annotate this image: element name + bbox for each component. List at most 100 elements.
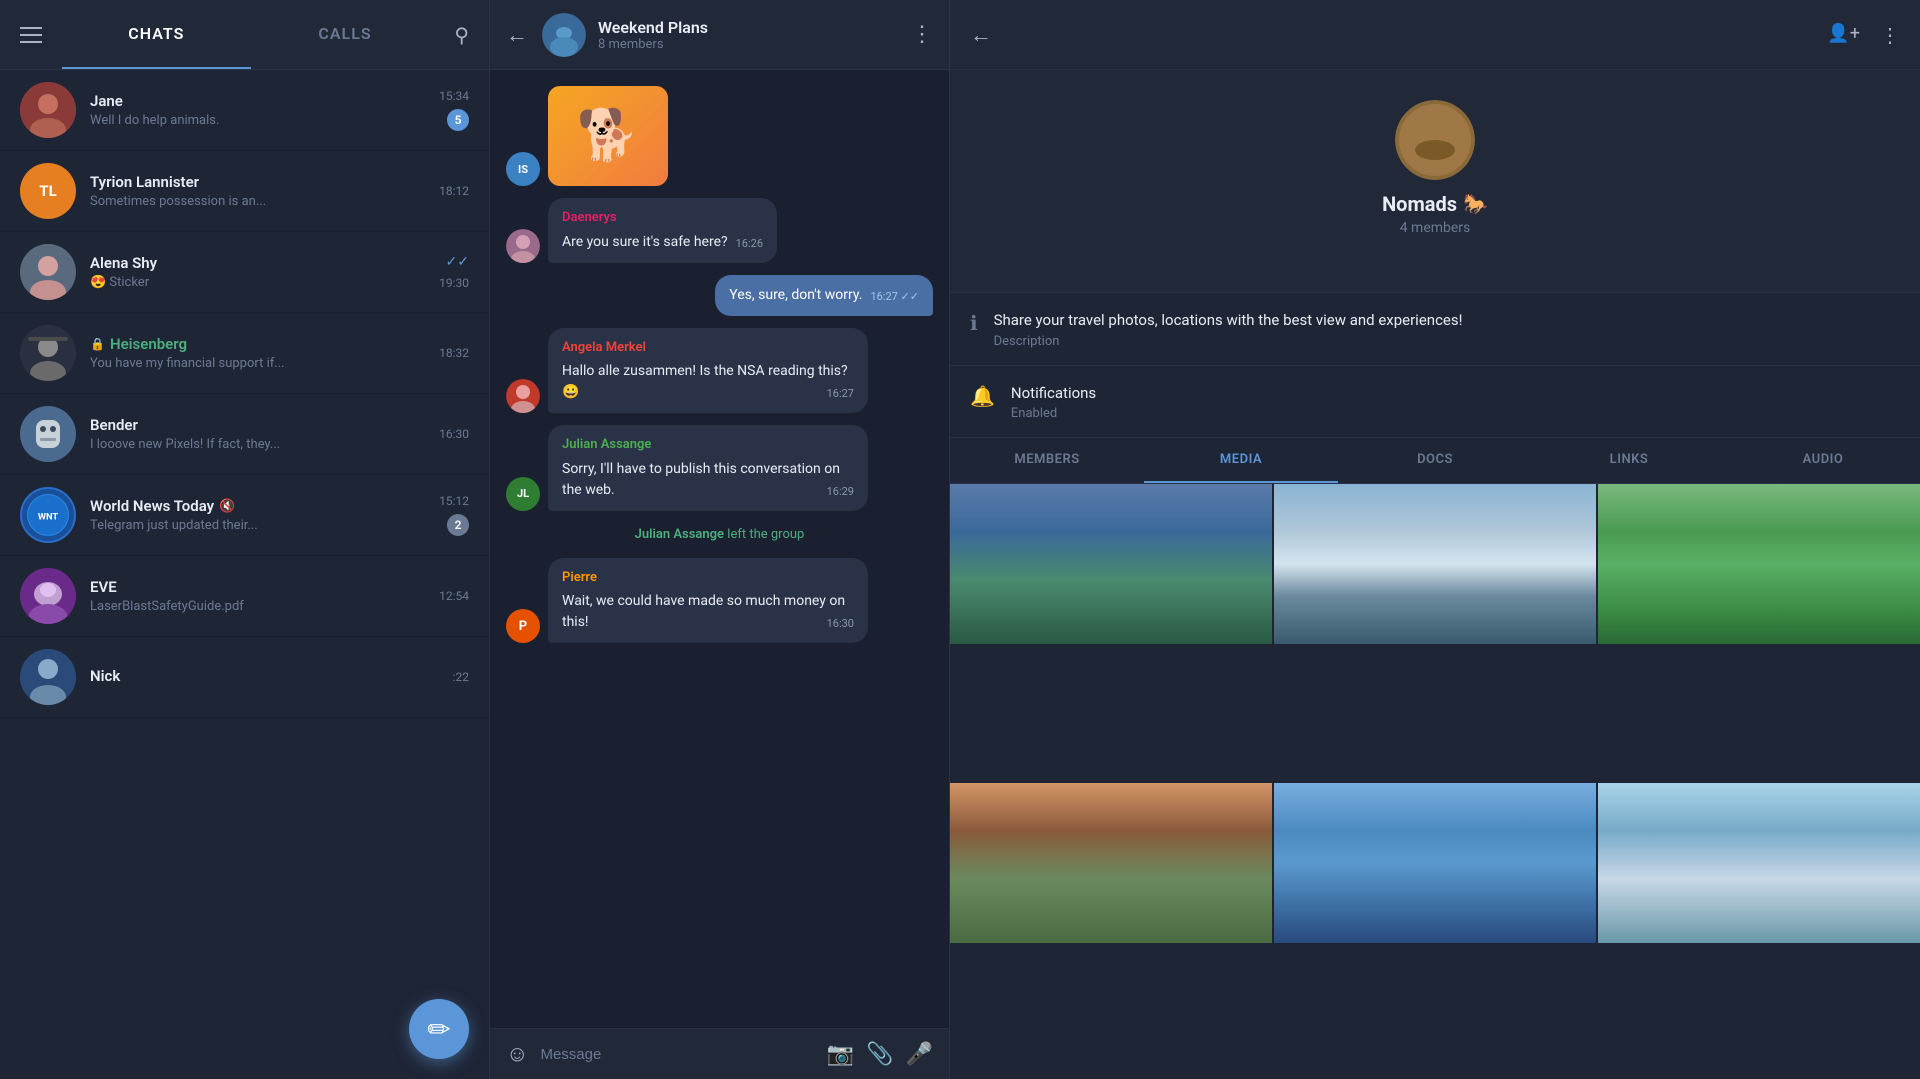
description-text: Share your travel photos, locations with… xyxy=(994,309,1463,332)
tab-members[interactable]: MEMBERS xyxy=(950,438,1144,483)
chat-info: EVE LaserBlastSafetyGuide.pdf xyxy=(90,578,431,614)
chat-info: Bender I looove new Pixels! If fact, the… xyxy=(90,416,431,452)
group-members-count: 4 members xyxy=(1400,220,1471,236)
group-avatar xyxy=(1395,100,1475,180)
chat-time: 16:30 xyxy=(439,427,469,441)
sender-avatar xyxy=(506,379,540,413)
compose-button[interactable]: ✏ xyxy=(409,999,469,1059)
bell-icon: 🔔 xyxy=(970,384,995,408)
notifications-status: Enabled xyxy=(1011,406,1096,421)
chat-preview: 😍 Sticker xyxy=(90,275,431,290)
sender-avatar: IS xyxy=(506,152,540,186)
chat-info: Nick xyxy=(90,667,445,688)
media-item[interactable] xyxy=(1598,484,1920,806)
group-emoji: 🐎 xyxy=(1463,192,1488,216)
chat-meta: ✓✓ 19:30 xyxy=(439,254,469,290)
chat-name: Tyrion Lannister xyxy=(90,173,431,191)
group-profile: Nomads 🐎 4 members 💬 xyxy=(950,70,1920,293)
sender-avatar: P xyxy=(506,609,540,643)
more-options-button[interactable]: ⋮ xyxy=(1880,23,1900,47)
attach-button[interactable]: 📎 xyxy=(866,1042,893,1067)
system-message: Julian Assange left the group xyxy=(506,523,933,546)
list-item[interactable]: Jane Well I do help animals. 15:34 5 xyxy=(0,70,489,151)
back-button[interactable]: ← xyxy=(970,22,992,48)
message-row: IS 🐕 xyxy=(506,86,933,186)
chat-name: Jane xyxy=(90,92,431,110)
chat-time: 18:12 xyxy=(439,184,469,198)
avatar: TL xyxy=(20,163,76,219)
chat-header: ← Weekend Plans 8 members ⋮ xyxy=(490,0,949,70)
description-content: Share your travel photos, locations with… xyxy=(994,309,1463,349)
chat-name: EVE xyxy=(90,578,431,596)
sender-name: Daenerys xyxy=(562,208,763,228)
group-avatar xyxy=(542,13,586,57)
media-item[interactable] xyxy=(1598,783,1920,1079)
left-header: CHATS CALLS ⚲ xyxy=(0,0,489,70)
chat-input-bar: ☺ 📷 📎 🎤 xyxy=(490,1028,949,1079)
message-row: Yes, sure, don't worry. 16:27 ✓✓ xyxy=(506,275,933,316)
list-item[interactable]: Bender I looove new Pixels! If fact, the… xyxy=(0,394,489,475)
group-name: Weekend Plans xyxy=(598,18,911,37)
media-item[interactable] xyxy=(1274,783,1596,1079)
chat-meta: 16:30 xyxy=(439,427,469,441)
tab-audio[interactable]: AUDIO xyxy=(1726,438,1920,483)
search-button[interactable]: ⚲ xyxy=(454,23,469,47)
back-button[interactable]: ← xyxy=(506,22,528,48)
chat-info: 🔒 Heisenberg You have my financial suppo… xyxy=(90,335,431,371)
group-members-count: 8 members xyxy=(598,37,911,52)
hamburger-menu[interactable] xyxy=(20,27,42,43)
emoji-button[interactable]: ☺ xyxy=(506,1041,528,1067)
avatar xyxy=(20,568,76,624)
list-item[interactable]: 🔒 Heisenberg You have my financial suppo… xyxy=(0,313,489,394)
add-member-button[interactable]: 👤+ xyxy=(1827,23,1860,47)
list-item[interactable]: WNT World News Today 🔇 Telegram just upd… xyxy=(0,475,489,556)
media-item[interactable] xyxy=(950,484,1272,806)
chat-preview: You have my financial support if... xyxy=(90,356,431,371)
group-name: Nomads 🐎 xyxy=(1382,192,1488,216)
chat-time: 18:32 xyxy=(439,346,469,360)
tab-links[interactable]: LINKS xyxy=(1532,438,1726,483)
message-bubble: Daenerys Are you sure it's safe here? 16… xyxy=(548,198,777,263)
list-item[interactable]: Alena Shy 😍 Sticker ✓✓ 19:30 xyxy=(0,232,489,313)
message-row: Angela Merkel Hallo alle zusammen! Is th… xyxy=(506,328,933,414)
mic-button[interactable]: 🎤 xyxy=(906,1042,933,1067)
camera-button[interactable]: 📷 xyxy=(827,1042,854,1067)
notifications-section: 🔔 Notifications Enabled xyxy=(950,366,1920,439)
message-time: 16:26 xyxy=(736,236,763,253)
message-row: Daenerys Are you sure it's safe here? 16… xyxy=(506,198,933,263)
media-item[interactable] xyxy=(1274,484,1596,806)
right-header: ← 👤+ ⋮ xyxy=(950,0,1920,70)
avatar: WNT xyxy=(20,487,76,543)
messages-area: IS 🐕 Daenerys Are you sure it's safe her… xyxy=(490,70,949,1028)
notifications-content: Notifications Enabled xyxy=(1011,382,1096,422)
chat-preview: Well I do help animals. xyxy=(90,113,431,128)
tab-calls[interactable]: CALLS xyxy=(251,0,440,69)
message-bubble: Julian Assange Sorry, I'll have to publi… xyxy=(548,425,868,511)
chat-meta: 15:12 2 xyxy=(439,494,469,536)
message-input[interactable] xyxy=(540,1046,814,1063)
chat-header-info: Weekend Plans 8 members xyxy=(598,18,911,52)
chat-name: Bender xyxy=(90,416,431,434)
chat-time: 19:30 xyxy=(439,276,469,290)
chat-time: :22 xyxy=(453,670,469,684)
list-item[interactable]: TL Tyrion Lannister Sometimes possession… xyxy=(0,151,489,232)
more-options-button[interactable]: ⋮ xyxy=(911,22,933,47)
unread-badge: 5 xyxy=(447,109,469,131)
chat-time: 12:54 xyxy=(439,589,469,603)
right-panel: ← 👤+ ⋮ Nomads 🐎 4 members xyxy=(950,0,1920,1079)
list-item[interactable]: EVE LaserBlastSafetyGuide.pdf 12:54 xyxy=(0,556,489,637)
list-item[interactable]: Nick :22 xyxy=(0,637,489,718)
message-time: 16:30 xyxy=(827,616,854,633)
chat-info: World News Today 🔇 Telegram just updated… xyxy=(90,497,431,533)
media-item[interactable] xyxy=(950,783,1272,1079)
description-section: ℹ Share your travel photos, locations wi… xyxy=(950,293,1920,366)
tab-media[interactable]: MEDIA xyxy=(1144,438,1338,483)
chat-list: Jane Well I do help animals. 15:34 5 TL … xyxy=(0,70,489,1079)
lock-icon: 🔒 xyxy=(90,337,105,351)
message-time: 16:27 xyxy=(827,386,854,403)
avatar xyxy=(20,244,76,300)
tab-chats[interactable]: CHATS xyxy=(62,0,251,69)
chat-preview: Telegram just updated their... xyxy=(90,518,431,533)
tab-docs[interactable]: DOCS xyxy=(1338,438,1532,483)
message-bubble: Angela Merkel Hallo alle zusammen! Is th… xyxy=(548,328,868,414)
